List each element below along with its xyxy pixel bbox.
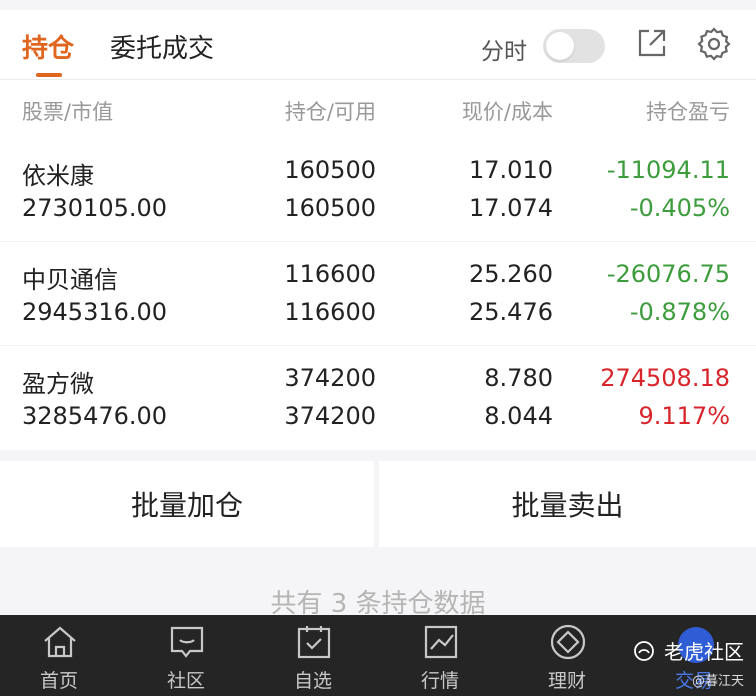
chart-icon xyxy=(424,625,458,659)
price: 25.260 xyxy=(469,260,553,288)
header-stock: 股票/市值 xyxy=(22,100,114,124)
tab-community-label: 社区 xyxy=(166,670,205,692)
tab-underline xyxy=(36,73,62,77)
holding-row[interactable]: 盈方微 3285476.00 374200 374200 8.780 8.044… xyxy=(0,346,756,450)
market-value: 2730105.00 xyxy=(22,194,168,222)
cost: 25.476 xyxy=(469,298,553,326)
price: 17.010 xyxy=(469,156,553,184)
tab-watchlist-label: 自选 xyxy=(293,670,332,692)
profit-loss-pct: -0.405% xyxy=(629,194,730,222)
tab-market[interactable]: 行情 xyxy=(390,615,490,696)
chat-icon xyxy=(170,626,204,658)
holding-row[interactable]: 中贝通信 2945316.00 116600 116600 25.260 25.… xyxy=(0,242,756,346)
profit-loss-pct: 9.117% xyxy=(638,402,730,430)
watermark-user: @暮江天 xyxy=(692,674,745,689)
tab-wealth[interactable]: 理财 xyxy=(517,615,617,696)
batch-add-button[interactable]: 批量加仓 xyxy=(0,461,374,547)
profit-loss: 274508.18 xyxy=(600,364,730,392)
price: 8.780 xyxy=(484,364,553,392)
status-strip xyxy=(0,0,756,10)
diamond-icon xyxy=(550,624,586,660)
toggle-knob xyxy=(546,32,574,60)
cost: 8.044 xyxy=(484,402,553,430)
header-position: 持仓/可用 xyxy=(284,100,376,124)
tab-holdings[interactable]: 持仓 xyxy=(22,28,74,65)
market-value: 3285476.00 xyxy=(22,402,168,430)
available: 374200 xyxy=(284,402,376,430)
tab-community[interactable]: 社区 xyxy=(136,615,236,696)
stock-name: 中贝通信 xyxy=(22,266,118,294)
watermark-brand: 老虎社区 xyxy=(664,640,744,664)
batch-actions: 批量加仓 批量卖出 xyxy=(0,461,756,547)
market-value: 2945316.00 xyxy=(22,298,168,326)
share-icon[interactable] xyxy=(635,26,671,62)
fenshi-label: 分时 xyxy=(481,39,527,65)
available: 160500 xyxy=(284,194,376,222)
batch-sell-button[interactable]: 批量卖出 xyxy=(379,461,756,547)
holding-row[interactable]: 依米康 2730105.00 160500 160500 17.010 17.0… xyxy=(0,138,756,242)
tab-wealth-label: 理财 xyxy=(547,670,586,692)
home-icon xyxy=(44,626,76,658)
cost: 17.074 xyxy=(469,194,553,222)
stock-name: 依米康 xyxy=(22,162,94,190)
profit-loss: -11094.11 xyxy=(606,156,730,184)
header-pl: 持仓盈亏 xyxy=(646,100,730,124)
table-header: 股票/市值 持仓/可用 现价/成本 持仓盈亏 xyxy=(0,80,756,138)
settings-icon[interactable] xyxy=(696,26,732,62)
tiger-logo-icon xyxy=(634,641,654,661)
profit-loss: -26076.75 xyxy=(606,260,730,288)
header-price: 现价/成本 xyxy=(461,100,553,124)
stock-name: 盈方微 xyxy=(22,370,94,398)
position: 116600 xyxy=(284,260,376,288)
tab-home[interactable]: 首页 xyxy=(9,615,109,696)
fenshi-toggle[interactable] xyxy=(543,29,605,63)
tab-bar-top: 持仓 委托成交 分时 xyxy=(0,10,756,80)
profit-loss-pct: -0.878% xyxy=(629,298,730,326)
holdings-list: 依米康 2730105.00 160500 160500 17.010 17.0… xyxy=(0,138,756,450)
position: 374200 xyxy=(284,364,376,392)
position: 160500 xyxy=(284,156,376,184)
tab-watchlist[interactable]: 自选 xyxy=(263,615,363,696)
available: 116600 xyxy=(284,298,376,326)
checklist-icon xyxy=(297,626,331,659)
tab-orders[interactable]: 委托成交 xyxy=(110,28,214,65)
tab-home-label: 首页 xyxy=(39,670,78,692)
tab-market-label: 行情 xyxy=(420,670,459,692)
